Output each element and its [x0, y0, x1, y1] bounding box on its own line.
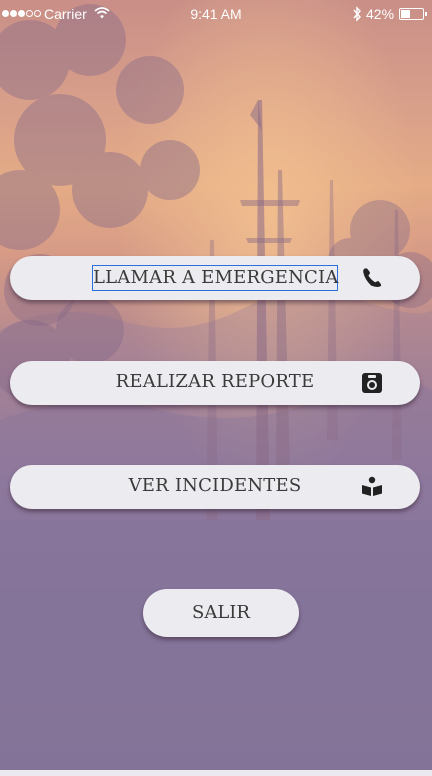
view-incidents-button[interactable]: VER INCIDENTES [10, 465, 420, 509]
battery-level [401, 10, 410, 18]
view-incidents-label: VER INCIDENTES [128, 475, 302, 496]
exit-label: SALIR [192, 602, 250, 623]
exit-button[interactable]: SALIR [143, 589, 299, 637]
create-report-button[interactable]: REALIZAR REPORTE [10, 361, 420, 405]
create-report-label: REALIZAR REPORTE [115, 371, 315, 392]
book-reader-icon [362, 476, 382, 496]
battery-tip [425, 12, 427, 16]
app-screen: Carrier 9:41 AM 42% LLAMAR A EMERGENCIA … [0, 0, 432, 776]
battery-percentage: 42% [366, 6, 395, 22]
emergency-call-label: LLAMAR A EMERGENCIA [92, 265, 338, 291]
status-bar: Carrier 9:41 AM 42% [0, 0, 432, 30]
battery-icon [399, 8, 424, 20]
bluetooth-icon [353, 6, 361, 22]
phone-icon [363, 268, 382, 287]
camera-icon [362, 373, 382, 393]
emergency-call-button[interactable]: LLAMAR A EMERGENCIA [10, 256, 420, 300]
